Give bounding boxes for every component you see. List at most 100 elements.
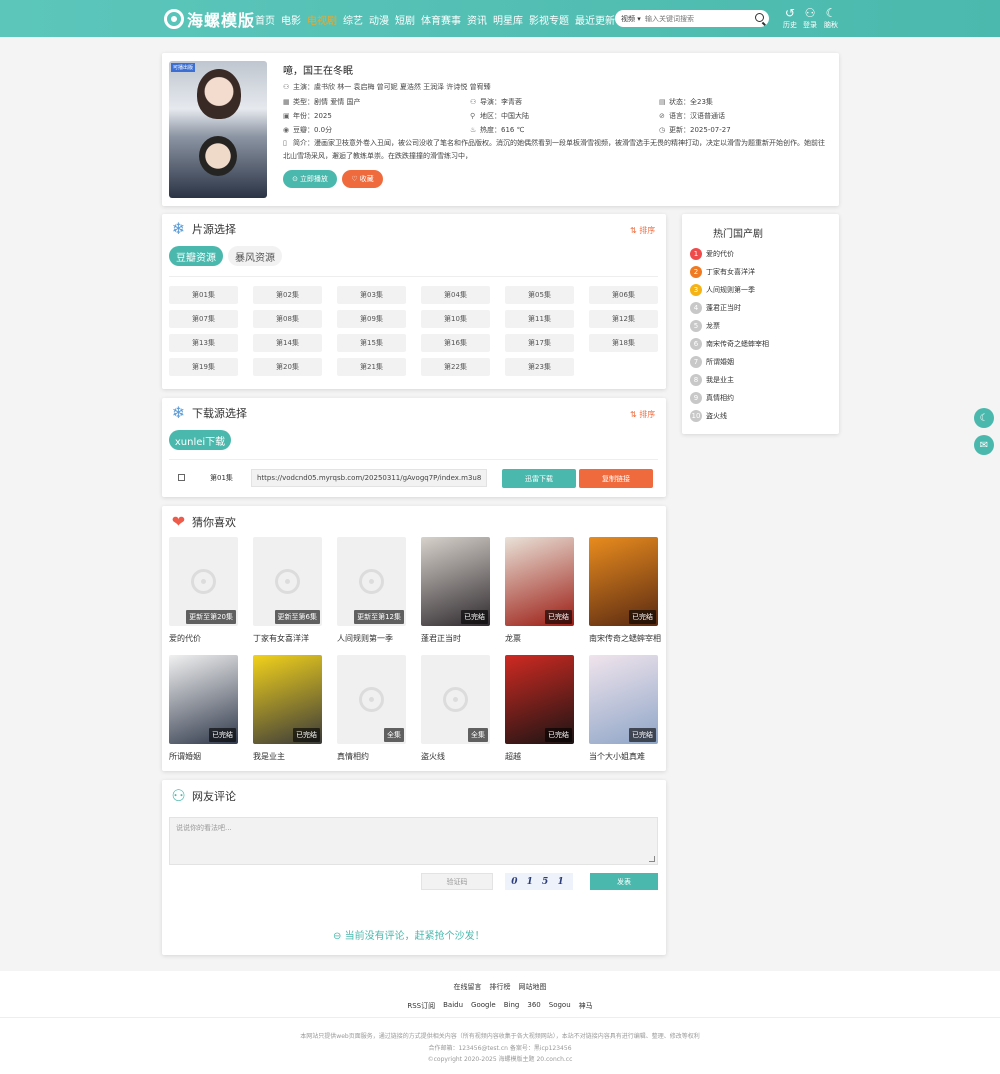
hot-list-item[interactable]: 3 人间规则第一季 [690, 284, 755, 296]
play-now-button[interactable]: ⊙ 立即播放 [283, 170, 337, 188]
video-title-link[interactable]: 盗火线 [421, 751, 493, 762]
nav-item[interactable]: 首页 [255, 12, 275, 27]
comment-textarea[interactable]: 说说你的看法吧... [169, 817, 658, 865]
episode-button[interactable]: 第18集 [589, 334, 658, 352]
hot-list-item[interactable]: 10 盗火线 [690, 410, 727, 422]
site-logo[interactable]: 海螺模版 [164, 8, 255, 30]
episode-button[interactable]: 第06集 [589, 286, 658, 304]
video-title-link[interactable]: 南宋传奇之蟋蟀宰相 [589, 633, 661, 644]
video-title-link[interactable]: 真情相约 [337, 751, 409, 762]
footer-engine-link[interactable]: RSS订阅 [407, 1001, 435, 1011]
director-link[interactable]: 李青蓉 [501, 98, 522, 106]
episode-button[interactable]: 第05集 [505, 286, 574, 304]
nav-item[interactable]: 资讯 [467, 12, 487, 27]
tab-douban-source[interactable]: 豆瓣资源 [169, 246, 223, 266]
history-button[interactable]: ↺ 历史 [779, 7, 801, 30]
video-thumbnail[interactable]: 更新至第20集 [169, 537, 238, 626]
hot-list-item[interactable]: 9 真情相约 [690, 392, 734, 404]
search-category-select[interactable]: 视频 ▾ [615, 14, 645, 24]
video-title-link[interactable]: 所谓婚姻 [169, 751, 241, 762]
hot-list-item[interactable]: 1 爱的代价 [690, 248, 734, 260]
video-thumbnail[interactable]: 更新至第6集 [253, 537, 322, 626]
episode-button[interactable]: 第12集 [589, 310, 658, 328]
poster-image[interactable]: 可播出版 [169, 61, 267, 198]
video-title-link[interactable]: 龙票 [505, 633, 577, 644]
footer-link[interactable]: 在线留言 [454, 982, 482, 992]
footer-engine-link[interactable]: Sogou [549, 1001, 571, 1011]
video-thumbnail[interactable]: 已完结 [505, 655, 574, 744]
video-thumbnail[interactable]: 全集 [421, 655, 490, 744]
type-links[interactable]: 剧情 爱情 国产 [314, 98, 360, 106]
episode-button[interactable]: 第21集 [337, 358, 406, 376]
video-title-link[interactable]: 超越 [505, 751, 577, 762]
footer-engine-link[interactable]: Bing [504, 1001, 520, 1011]
episode-button[interactable]: 第22集 [421, 358, 490, 376]
episode-button[interactable]: 第01集 [169, 286, 238, 304]
episode-button[interactable]: 第23集 [505, 358, 574, 376]
thunder-download-button[interactable]: 迅雷下载 [502, 469, 576, 488]
episode-button[interactable]: 第07集 [169, 310, 238, 328]
video-thumbnail[interactable]: 已完结 [589, 655, 658, 744]
nav-item[interactable]: 综艺 [343, 12, 363, 27]
search-icon[interactable] [755, 13, 764, 22]
video-thumbnail[interactable]: 全集 [337, 655, 406, 744]
hot-list-item[interactable]: 2 丁家有女喜洋洋 [690, 266, 755, 278]
search-input[interactable] [645, 14, 745, 23]
nav-item[interactable]: 电影 [281, 12, 301, 27]
episode-button[interactable]: 第08集 [253, 310, 322, 328]
post-comment-button[interactable]: 发表 [590, 873, 658, 890]
copy-link-button[interactable]: 复制链接 [579, 469, 653, 488]
footer-engine-link[interactable]: Baidu [443, 1001, 463, 1011]
episode-button[interactable]: 第16集 [421, 334, 490, 352]
video-thumbnail[interactable]: 更新至第12集 [337, 537, 406, 626]
hot-list-item[interactable]: 5 龙票 [690, 320, 720, 332]
video-thumbnail[interactable]: 已完结 [505, 537, 574, 626]
footer-link[interactable]: 网站地图 [519, 982, 547, 992]
video-thumbnail[interactable]: 已完结 [169, 655, 238, 744]
episode-button[interactable]: 第04集 [421, 286, 490, 304]
download-sort-button[interactable]: ⇅ 排序 [630, 409, 655, 420]
video-title-link[interactable]: 蓬君正当时 [421, 633, 493, 644]
theme-button[interactable]: ☾ 脑秋 [820, 7, 842, 30]
captcha-input[interactable]: 验证码 [421, 873, 493, 890]
resize-grip-icon[interactable] [649, 856, 655, 862]
episode-button[interactable]: 第19集 [169, 358, 238, 376]
night-mode-float-button[interactable]: ☾ [974, 408, 994, 428]
actors-links[interactable]: 虞书欣 林一 袁启梅 曾可妮 夏浩然 王润泽 许诗悦 曾宥臻 [314, 83, 491, 91]
login-button[interactable]: ⚇ 登录 [799, 7, 821, 30]
nav-item[interactable]: 明星库 [493, 12, 523, 27]
nav-item[interactable]: 电视剧 [307, 12, 337, 27]
episode-button[interactable]: 第09集 [337, 310, 406, 328]
favorite-button[interactable]: ♡ 收藏 [342, 170, 383, 188]
hot-list-item[interactable]: 6 南宋传奇之蟋蟀宰相 [690, 338, 769, 350]
hot-list-item[interactable]: 7 所谓婚姻 [690, 356, 734, 368]
sources-sort-button[interactable]: ⇅ 排序 [630, 225, 655, 236]
select-checkbox[interactable] [178, 474, 185, 481]
video-title-link[interactable]: 丁家有女喜洋洋 [253, 633, 325, 644]
hot-list-item[interactable]: 4 蓬君正当时 [690, 302, 741, 314]
message-float-button[interactable]: ✉ [974, 435, 994, 455]
captcha-image[interactable]: 0 1 5 1 [505, 873, 573, 890]
video-thumbnail[interactable]: 已完结 [589, 537, 658, 626]
nav-item[interactable]: 动漫 [369, 12, 389, 27]
video-thumbnail[interactable]: 已完结 [253, 655, 322, 744]
video-thumbnail[interactable]: 已完结 [421, 537, 490, 626]
episode-button[interactable]: 第20集 [253, 358, 322, 376]
tab-xunlei-download[interactable]: xunlei下载 [169, 430, 231, 450]
episode-button[interactable]: 第11集 [505, 310, 574, 328]
nav-item[interactable]: 体育赛事 [421, 12, 461, 27]
episode-button[interactable]: 第10集 [421, 310, 490, 328]
nav-item[interactable]: 最近更新 [575, 12, 615, 27]
nav-item[interactable]: 影视专题 [529, 12, 569, 27]
nav-item[interactable]: 短剧 [395, 12, 415, 27]
episode-button[interactable]: 第13集 [169, 334, 238, 352]
footer-engine-link[interactable]: 神马 [579, 1001, 593, 1011]
video-title-link[interactable]: 人间规则第一季 [337, 633, 409, 644]
hot-list-item[interactable]: 8 我是业主 [690, 374, 734, 386]
tab-baofeng-source[interactable]: 暴风资源 [228, 246, 282, 266]
footer-engine-link[interactable]: Google [471, 1001, 496, 1011]
episode-button[interactable]: 第02集 [253, 286, 322, 304]
video-title-link[interactable]: 我是业主 [253, 751, 325, 762]
video-title-link[interactable]: 爱的代价 [169, 633, 241, 644]
episode-button[interactable]: 第14集 [253, 334, 322, 352]
